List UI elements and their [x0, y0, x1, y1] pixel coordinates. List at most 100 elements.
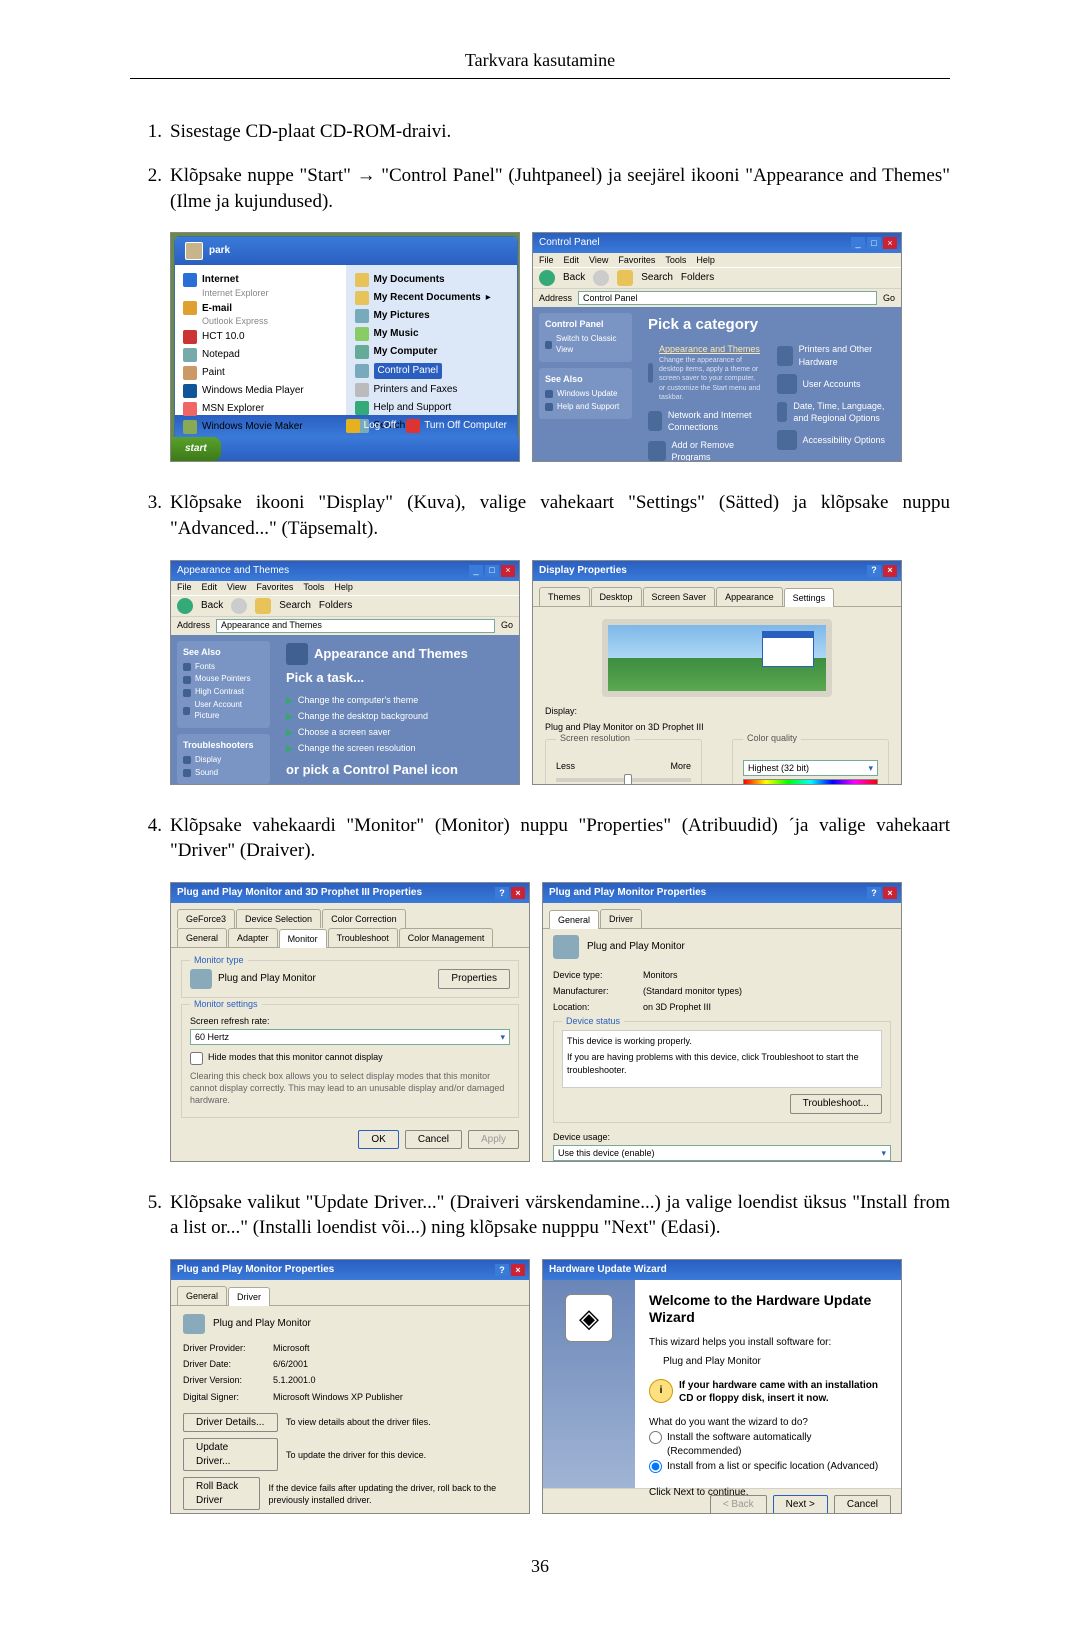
update-driver-button[interactable]: Update Driver... — [183, 1438, 278, 1471]
help-icon[interactable]: ? — [867, 887, 881, 899]
help-icon[interactable]: ? — [495, 887, 509, 899]
menu-view[interactable]: View — [227, 581, 246, 593]
task-theme[interactable]: ▶Change the computer's theme — [286, 692, 509, 708]
go-button[interactable]: Go — [883, 292, 895, 304]
maximize-icon[interactable]: □ — [867, 237, 881, 249]
menu-paint[interactable]: Paint — [202, 366, 225, 380]
tab-geforce[interactable]: GeForce3 — [177, 909, 235, 928]
menu-recent[interactable]: My Recent Documents — [374, 291, 481, 305]
cat-addremove[interactable]: Add or Remove Programs — [672, 439, 763, 462]
close-icon[interactable]: × — [511, 887, 525, 899]
see-also-wu[interactable]: Windows Update — [545, 388, 626, 401]
next-button[interactable]: Next > — [773, 1495, 828, 1514]
task-ssaver[interactable]: ▶Choose a screen saver — [286, 724, 509, 740]
tab-settings[interactable]: Settings — [784, 588, 835, 607]
close-icon[interactable]: × — [501, 565, 515, 577]
menu-help[interactable]: Help — [334, 581, 353, 593]
driver-details-button[interactable]: Driver Details... — [183, 1413, 278, 1433]
logoff-button[interactable]: Log Off — [346, 419, 397, 433]
help-icon[interactable]: ? — [867, 565, 881, 577]
tab-adapter[interactable]: Adapter — [228, 928, 278, 947]
see-mouse[interactable]: Mouse Pointers — [183, 673, 264, 686]
see-fonts[interactable]: Fonts — [183, 661, 264, 674]
menu-tools[interactable]: Tools — [303, 581, 324, 593]
back-button[interactable]: < Back — [710, 1495, 767, 1514]
turnoff-button[interactable]: Turn Off Computer — [406, 419, 507, 433]
menu-favorites[interactable]: Favorites — [618, 254, 655, 266]
cancel-button[interactable]: Cancel — [405, 1130, 462, 1150]
tab-driver[interactable]: Driver — [228, 1287, 270, 1306]
back-icon[interactable] — [177, 598, 193, 614]
see-also-help[interactable]: Help and Support — [545, 401, 626, 414]
menu-printers[interactable]: Printers and Faxes — [374, 383, 458, 397]
menu-hct[interactable]: HCT 10.0 — [202, 330, 245, 344]
up-icon[interactable] — [617, 270, 633, 286]
menu-msn[interactable]: MSN Explorer — [202, 402, 264, 416]
toolbar-search[interactable]: Search — [641, 271, 673, 285]
menu-favorites[interactable]: Favorites — [256, 581, 293, 593]
task-bg[interactable]: ▶Change the desktop background — [286, 708, 509, 724]
menu-music[interactable]: My Music — [374, 327, 419, 341]
apply-button[interactable]: Apply — [468, 1130, 519, 1150]
ts-display[interactable]: Display — [183, 754, 264, 767]
menu-edit[interactable]: Edit — [202, 581, 218, 593]
menu-help[interactable]: Help and Support — [374, 401, 452, 415]
menu-control-panel[interactable]: Control Panel — [374, 363, 443, 379]
back-icon[interactable] — [539, 270, 555, 286]
tab-general[interactable]: General — [177, 1286, 227, 1305]
menu-docs[interactable]: My Documents — [374, 273, 445, 287]
see-contrast[interactable]: High Contrast — [183, 686, 264, 699]
toolbar-search[interactable]: Search — [279, 599, 311, 613]
menu-file[interactable]: File — [539, 254, 554, 266]
tab-desktop[interactable]: Desktop — [591, 587, 642, 606]
resolution-slider[interactable] — [556, 778, 691, 782]
switch-classic[interactable]: Switch to Classic View — [545, 333, 626, 357]
menu-computer[interactable]: My Computer — [374, 345, 438, 359]
ok-button[interactable]: OK — [358, 1130, 398, 1150]
menu-view[interactable]: View — [589, 254, 608, 266]
toolbar-folders[interactable]: Folders — [681, 271, 714, 285]
cat-access[interactable]: Accessibility Options — [803, 434, 886, 446]
task-res[interactable]: ▶Change the screen resolution — [286, 740, 509, 756]
menu-tools[interactable]: Tools — [665, 254, 686, 266]
minimize-icon[interactable]: _ — [469, 565, 483, 577]
color-quality-select[interactable]: Highest (32 bit)▾ — [743, 760, 878, 776]
menu-notepad[interactable]: Notepad — [202, 348, 240, 362]
rollback-button[interactable]: Roll Back Driver — [183, 1477, 260, 1510]
usage-select[interactable]: Use this device (enable)▾ — [553, 1145, 891, 1161]
menu-file[interactable]: File — [177, 581, 192, 593]
close-icon[interactable]: × — [511, 1264, 525, 1276]
see-uapic[interactable]: User Account Picture — [183, 699, 264, 723]
maximize-icon[interactable]: □ — [485, 565, 499, 577]
menu-help[interactable]: Help — [696, 254, 715, 266]
properties-button[interactable]: Properties — [438, 969, 510, 989]
help-icon[interactable]: ? — [495, 1264, 509, 1276]
opt-list[interactable]: Install from a list or specific location… — [649, 1460, 887, 1474]
tab-colorcorr[interactable]: Color Correction — [322, 909, 406, 928]
tab-themes[interactable]: Themes — [539, 587, 590, 606]
opt-auto[interactable]: Install the software automatically (Reco… — [649, 1431, 887, 1458]
tab-ssaver[interactable]: Screen Saver — [643, 587, 716, 606]
close-icon[interactable]: × — [883, 565, 897, 577]
go-button[interactable]: Go — [501, 619, 513, 631]
menu-movie[interactable]: Windows Movie Maker — [202, 420, 303, 434]
cat-network[interactable]: Network and Internet Connections — [668, 409, 763, 433]
minimize-icon[interactable]: _ — [851, 237, 865, 249]
troubleshoot-button[interactable]: Troubleshoot... — [790, 1094, 882, 1114]
forward-icon[interactable] — [231, 598, 247, 614]
refresh-select[interactable]: 60 Hertz▾ — [190, 1029, 510, 1045]
toolbar-folders[interactable]: Folders — [319, 599, 352, 613]
tab-troubleshoot[interactable]: Troubleshoot — [328, 928, 398, 947]
up-icon[interactable] — [255, 598, 271, 614]
tab-colormgmt[interactable]: Color Management — [399, 928, 494, 947]
address-field[interactable]: Control Panel — [578, 291, 877, 305]
tab-driver[interactable]: Driver — [600, 909, 642, 928]
cat-users[interactable]: User Accounts — [803, 378, 861, 390]
address-field[interactable]: Appearance and Themes — [216, 619, 495, 633]
menu-email[interactable]: E-mail — [202, 302, 232, 316]
cat-printers[interactable]: Printers and Other Hardware — [799, 343, 891, 367]
menu-edit[interactable]: Edit — [564, 254, 580, 266]
tab-monitor[interactable]: Monitor — [279, 929, 327, 948]
menu-internet[interactable]: Internet — [202, 273, 239, 287]
menu-wmp[interactable]: Windows Media Player — [202, 384, 304, 398]
